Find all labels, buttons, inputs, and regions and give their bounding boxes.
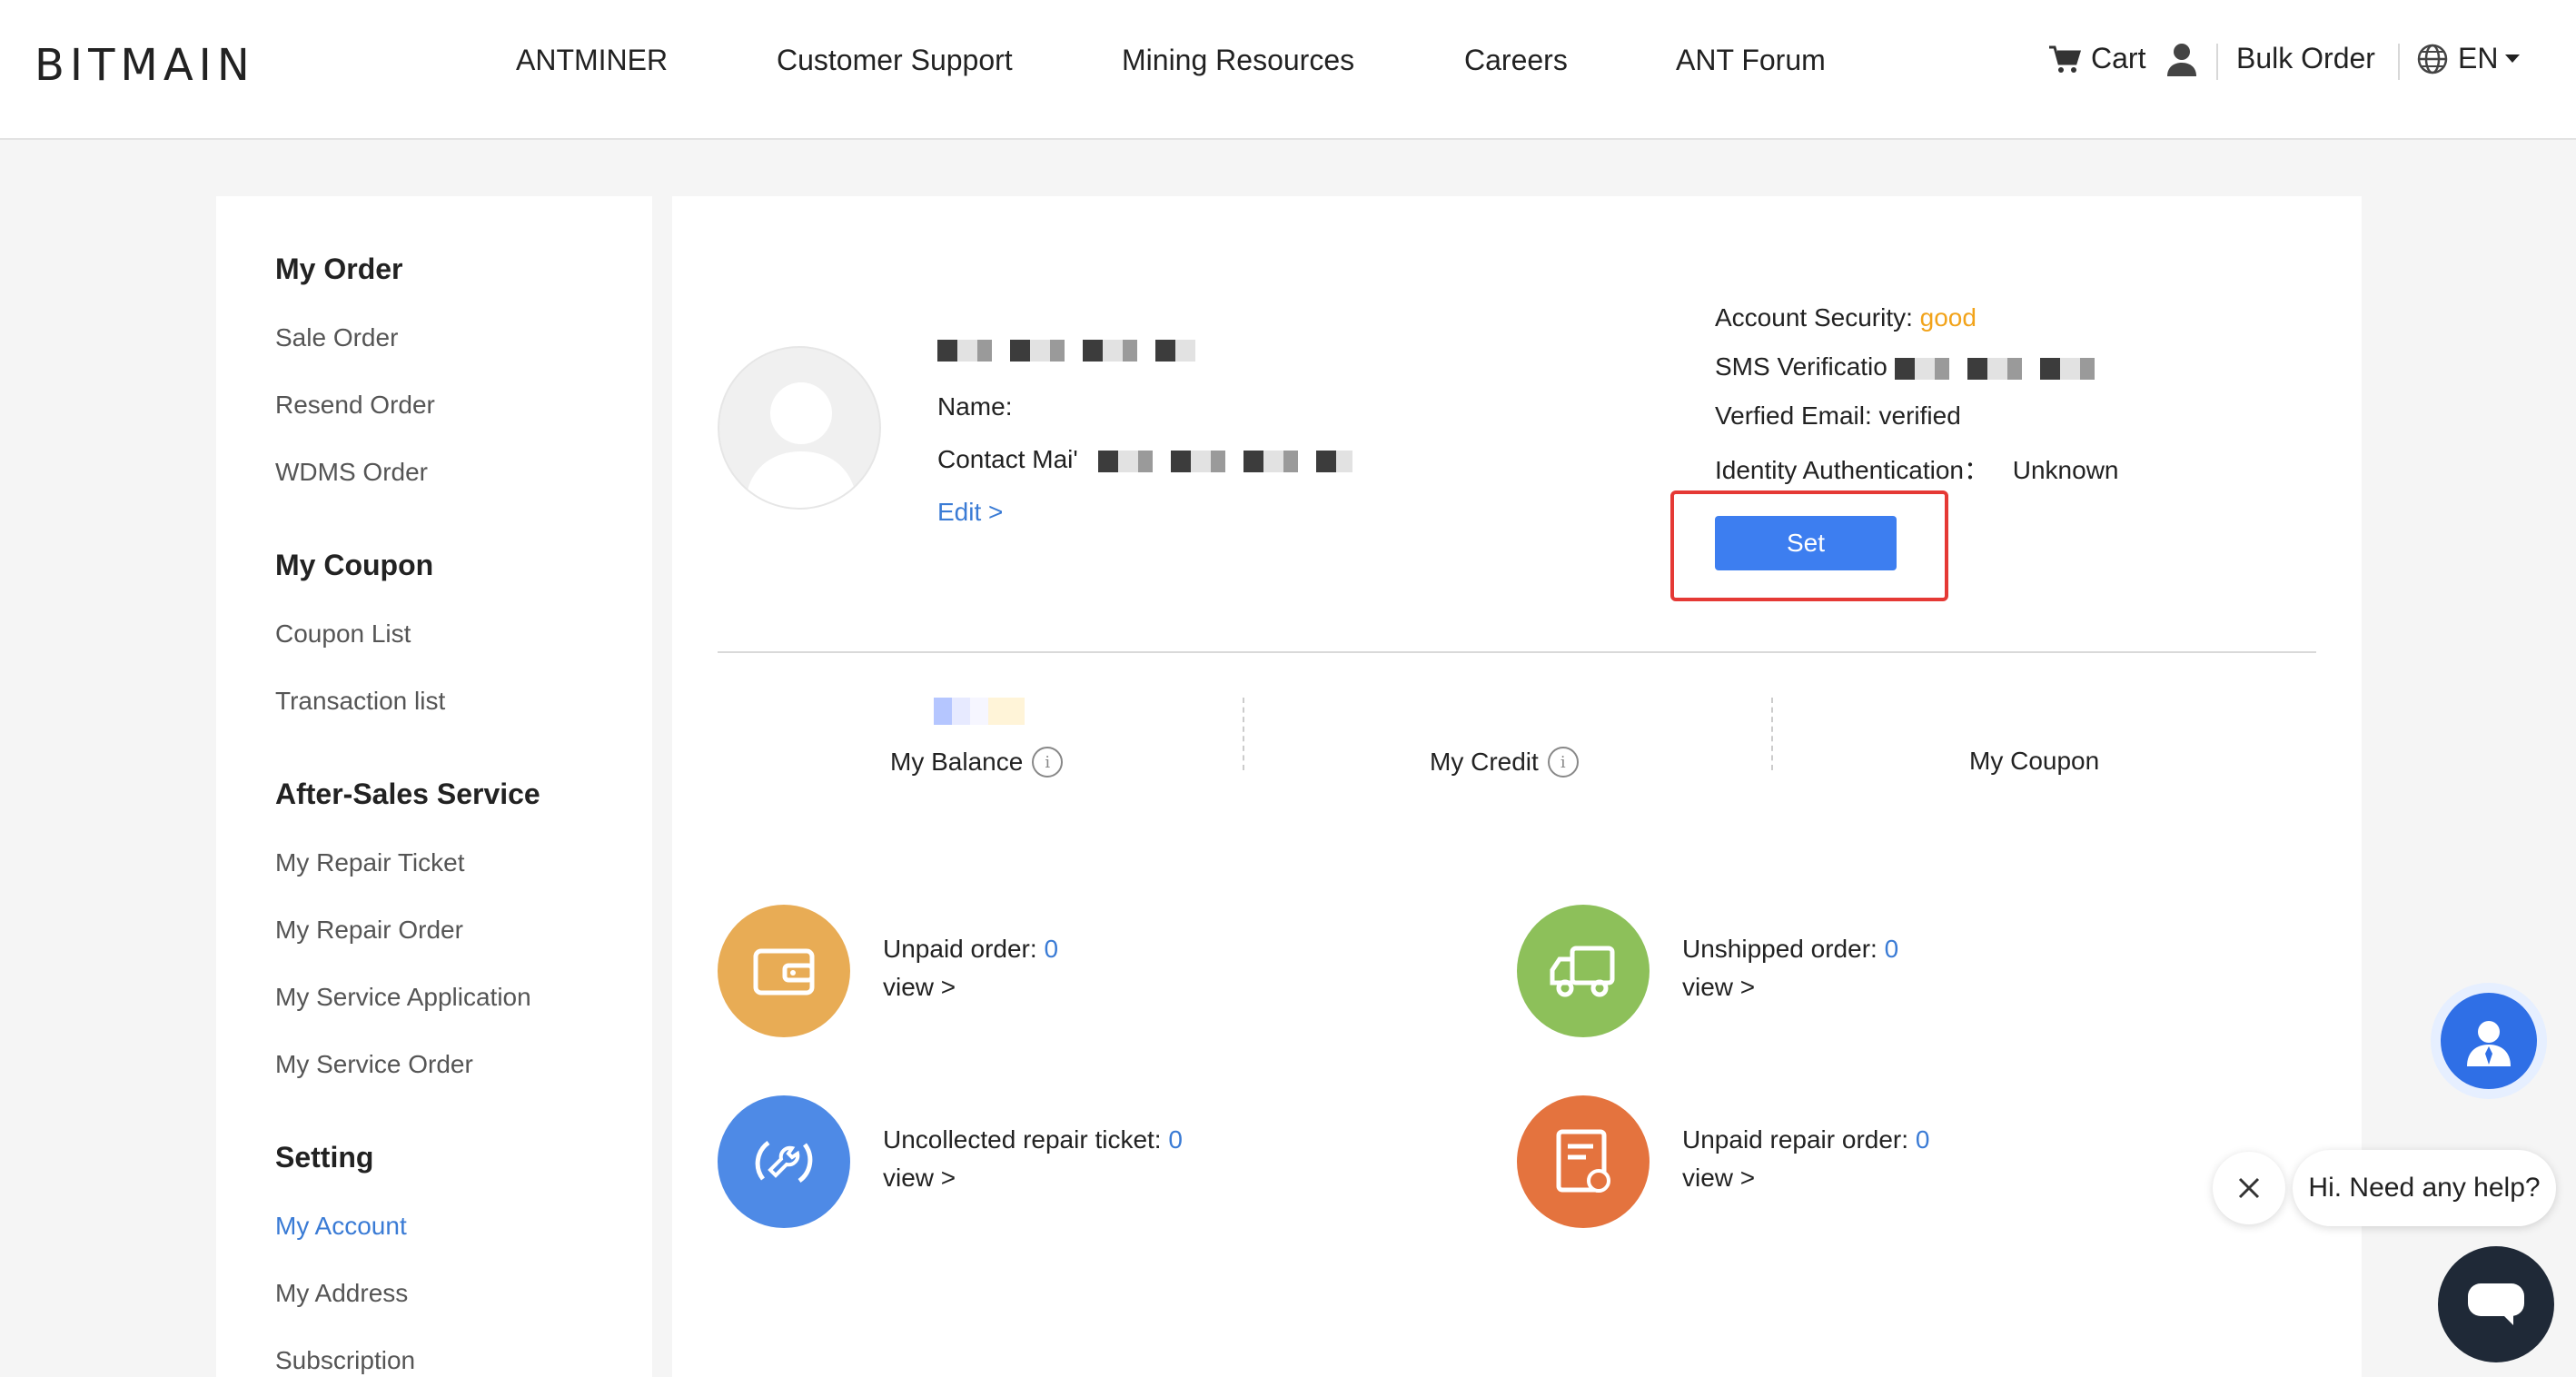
avatar (718, 346, 881, 510)
cart-link[interactable]: Cart (2047, 42, 2145, 75)
unpaid-repair-order: Unpaid repair order: 0 view > (1682, 1121, 1929, 1197)
unpaid-label: Unpaid order: (883, 935, 1037, 963)
info-icon[interactable]: i (1032, 747, 1064, 778)
support-agent-button[interactable] (2431, 983, 2547, 1099)
language-selector[interactable]: EN (2416, 42, 2522, 75)
repair-document-icon[interactable] (1517, 1095, 1650, 1228)
language-label: EN (2458, 42, 2499, 74)
masked-contact (1097, 450, 1352, 472)
chat-icon (2468, 1283, 2524, 1325)
sidebar-item-resend-order[interactable]: Resend Order (275, 391, 435, 420)
contact-label: Contact Mai' (937, 445, 1078, 473)
name-label: Name: (937, 392, 1013, 421)
sidebar-item-transaction-list[interactable]: Transaction list (275, 687, 445, 716)
close-chat-prompt-button[interactable] (2213, 1152, 2285, 1224)
sidebar-item-sale-order[interactable]: Sale Order (275, 323, 398, 352)
sidebar-item-my-service-application[interactable]: My Service Application (275, 983, 531, 1012)
section-divider (718, 651, 2316, 653)
sms-label: SMS Verificatio (1715, 352, 1887, 381)
bulk-order-link[interactable]: Bulk Order (2236, 42, 2375, 75)
identity-value: Unknown (2012, 456, 2119, 484)
sidebar-item-my-address[interactable]: My Address (275, 1279, 408, 1308)
agent-icon (2467, 1021, 2511, 1066)
sidebar-group-my-coupon: My Coupon (275, 549, 434, 581)
cart-label: Cart (2091, 42, 2146, 74)
close-icon (2238, 1177, 2260, 1199)
open-chat-button[interactable] (2438, 1246, 2554, 1362)
masked-username (937, 339, 1195, 362)
profile-name: Name: (937, 392, 1012, 421)
account-sidebar: My Order Sale Order Resend Order WDMS Or… (216, 196, 652, 1377)
masked-phone (1894, 357, 2095, 380)
coupon-label: My Coupon (1969, 747, 2100, 775)
uncollected-view-link[interactable]: view > (883, 1159, 1183, 1197)
email-value: verified (1878, 401, 1961, 430)
credit-label: My Credit (1430, 748, 1539, 776)
account-security-label: Account Security: (1715, 303, 1913, 332)
repair-tool-icon[interactable] (718, 1095, 850, 1228)
globe-icon (2417, 44, 2448, 74)
stat-divider (1771, 698, 1773, 770)
sidebar-item-my-repair-order[interactable]: My Repair Order (275, 916, 463, 945)
unpaid-repair-label: Unpaid repair order: (1682, 1125, 1909, 1154)
account-security-value: good (1919, 303, 1977, 332)
sidebar-item-my-account[interactable]: My Account (275, 1212, 407, 1241)
account-main-panel: Name: Contact Mai' Edit > Account Securi… (672, 196, 2362, 1377)
account-security: Account Security: good (1715, 303, 1977, 332)
my-credit: My Credit i (1430, 747, 1579, 778)
header-divider (2398, 44, 2400, 80)
sms-verification: SMS Verificatio (1715, 352, 2095, 381)
sidebar-item-my-service-order[interactable]: My Service Order (275, 1050, 473, 1079)
sidebar-group-setting: Setting (275, 1141, 374, 1174)
set-identity-button[interactable]: Set (1715, 516, 1897, 570)
uncollected-count[interactable]: 0 (1168, 1125, 1183, 1154)
identity-label: Identity Authentication： (1715, 456, 1989, 484)
unpaid-order: Unpaid order: 0 view > (883, 930, 1058, 1006)
edit-profile-link[interactable]: Edit > (937, 498, 1003, 527)
unpaid-repair-count[interactable]: 0 (1916, 1125, 1930, 1154)
verified-email: Verfied Email: verified (1715, 401, 1961, 431)
unpaid-repair-view-link[interactable]: view > (1682, 1159, 1929, 1197)
caret-down-icon (2505, 54, 2521, 63)
unshipped-view-link[interactable]: view > (1682, 968, 1898, 1006)
balance-label: My Balance (890, 748, 1024, 776)
header-actions: Cart Bulk Order EN (0, 42, 2576, 82)
header-divider (2216, 44, 2218, 80)
unpaid-count[interactable]: 0 (1044, 935, 1058, 963)
unshipped-order: Unshipped order: 0 view > (1682, 930, 1898, 1006)
user-placeholder-icon (745, 382, 857, 508)
sidebar-item-my-repair-ticket[interactable]: My Repair Ticket (275, 848, 465, 877)
username-masked (937, 334, 1195, 363)
masked-balance (934, 698, 1025, 725)
sidebar-item-coupon-list[interactable]: Coupon List (275, 619, 411, 649)
info-icon[interactable]: i (1547, 747, 1579, 778)
chat-help-prompt[interactable]: Hi. Need any help? (2293, 1150, 2556, 1226)
identity-authentication: Identity Authentication： Unknown (1715, 451, 2119, 487)
uncollected-repair-ticket: Uncollected repair ticket: 0 view > (883, 1121, 1183, 1197)
cart-icon (2049, 45, 2082, 73)
user-icon[interactable] (2166, 42, 2197, 76)
sidebar-item-subscription[interactable]: Subscription (275, 1346, 415, 1375)
truck-icon[interactable] (1517, 905, 1650, 1037)
uncollected-label: Uncollected repair ticket: (883, 1125, 1162, 1154)
sidebar-item-wdms-order[interactable]: WDMS Order (275, 458, 428, 487)
sidebar-group-my-order: My Order (275, 253, 403, 285)
email-label: Verfied Email: (1715, 401, 1872, 430)
profile-contact: Contact Mai' (937, 445, 1352, 474)
stat-divider (1243, 698, 1244, 770)
sidebar-group-after-sales: After-Sales Service (275, 778, 540, 810)
my-coupon: My Coupon (1969, 747, 2099, 776)
wallet-icon[interactable] (718, 905, 850, 1037)
unpaid-view-link[interactable]: view > (883, 968, 1058, 1006)
unshipped-count[interactable]: 0 (1885, 935, 1899, 963)
unshipped-label: Unshipped order: (1682, 935, 1878, 963)
site-header: BITMAIN ANTMINER Customer Support Mining… (0, 0, 2576, 140)
my-balance: My Balance i (890, 747, 1064, 778)
